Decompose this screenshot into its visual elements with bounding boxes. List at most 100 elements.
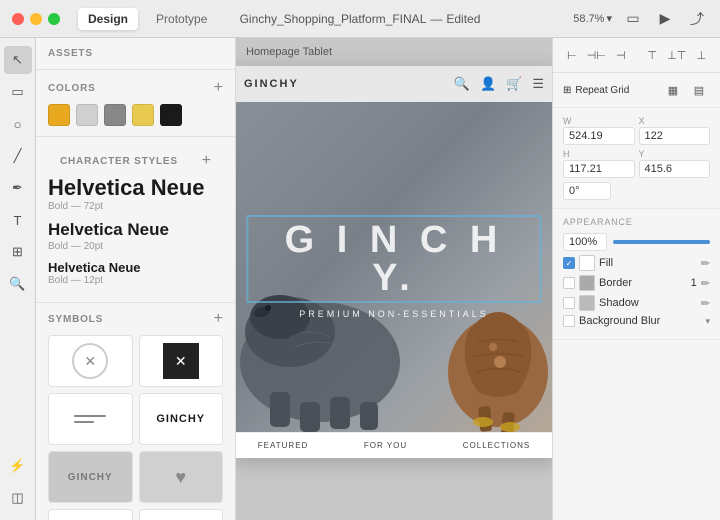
x-circle-symbol: ✕ (72, 343, 108, 379)
add-char-style-button[interactable]: + (202, 153, 211, 169)
fill-checkbox[interactable]: ✓ (563, 257, 575, 269)
char-style-medium[interactable]: Helvetica Neue Bold — 20pt (48, 220, 223, 251)
y-value[interactable]: 415.6 (639, 160, 711, 178)
opacity-value[interactable]: 100% (563, 233, 607, 251)
dimensions-section: W 524.19 X 122 H 117.21 (553, 108, 720, 209)
swatch-gray[interactable] (104, 104, 126, 126)
play-icon[interactable]: ▶ (654, 8, 676, 30)
rotation-value[interactable]: 0° (563, 182, 611, 200)
cart-nav-icon: 🛒 (506, 76, 522, 92)
symbol-cell-ginchy-light[interactable]: GINCHY (48, 451, 133, 503)
symbol-cell-heart[interactable]: ♥ (139, 451, 224, 503)
symbol-cell-x-circle[interactable]: ✕ (48, 335, 133, 387)
zoom-display[interactable]: 58.7% ▾ (573, 12, 612, 25)
x-field: X 122 (639, 116, 711, 145)
align-bottom-icon[interactable]: ⊥ (690, 44, 712, 66)
repeat-grid-icon: ⊞ (563, 85, 571, 96)
swatch-light-gray[interactable] (76, 104, 98, 126)
align-middle-v-icon[interactable]: ⊥⊤ (666, 44, 688, 66)
border-edit-icon[interactable]: ✏ (701, 277, 710, 290)
swatch-black[interactable] (160, 104, 182, 126)
fill-edit-icon[interactable]: ✏ (701, 257, 710, 270)
minimize-button[interactable] (30, 13, 42, 25)
color-swatches (48, 104, 223, 126)
rectangle-tool[interactable]: ▭ (4, 78, 32, 106)
share-icon[interactable]: ⤴ (686, 8, 708, 30)
main-area: ↖ ▭ ○ ╱ ✒ T ⊞ 🔍 ⚡ ◫ ASSETS Colors + (0, 38, 720, 520)
opacity-slider[interactable] (613, 240, 710, 244)
shadow-checkbox[interactable] (563, 297, 575, 309)
border-swatch[interactable] (579, 275, 595, 291)
add-color-button[interactable]: + (214, 80, 223, 96)
x-value[interactable]: 122 (639, 127, 711, 145)
colors-label: Colors (48, 83, 96, 94)
layers-tool[interactable]: ◫ (4, 484, 32, 512)
titlebar-left: Design Prototype (12, 8, 217, 30)
select-tool[interactable]: ↖ (4, 46, 32, 74)
hero-tagline: PREMIUM NON-ESSENTIALS (246, 309, 541, 319)
footer-nav-for-you: FOR YOU (364, 441, 407, 450)
style-meta-medium: Bold — 20pt (48, 241, 223, 252)
zoom-tool[interactable]: 🔍 (4, 270, 32, 298)
opacity-row: 100% (563, 233, 710, 251)
pen-tool[interactable]: ✒ (4, 174, 32, 202)
symbol-tool[interactable]: ⊞ (4, 238, 32, 266)
left-toolbar: ↖ ▭ ○ ╱ ✒ T ⊞ 🔍 ⚡ ◫ (0, 38, 36, 520)
shadow-edit-icon[interactable]: ✏ (701, 297, 710, 310)
zoom-chevron-icon: ▾ (606, 12, 612, 25)
line-tool[interactable]: ╱ (4, 142, 32, 170)
bg-blur-checkbox[interactable] (563, 315, 575, 327)
align-top-icon[interactable]: ⊤ (641, 44, 663, 66)
footer-nav-featured: FEATURED (258, 441, 309, 450)
user-nav-icon: 👤 (480, 76, 496, 92)
appearance-section: APPEARANCE 100% ✓ Fill ✏ Border 1 (553, 209, 720, 340)
heart-symbol: ♥ (140, 452, 223, 502)
height-value[interactable]: 117.21 (563, 160, 635, 178)
border-checkbox[interactable] (563, 277, 575, 289)
symbol-cell-social[interactable]: 𝕏 ⬜ f (48, 509, 133, 520)
border-label: Border (599, 277, 687, 289)
symbol-cell-lines[interactable] (48, 393, 133, 445)
align-left-icon[interactable]: ⊢ (561, 44, 583, 66)
footer-nav-collections: COLLECTIONS (463, 441, 530, 450)
align-center-h-icon[interactable]: ⊣⊢ (586, 44, 608, 66)
opacity-bar-fill (613, 240, 710, 244)
plugin-tool[interactable]: ⚡ (4, 452, 32, 480)
repeat-grid-add-row-icon[interactable]: ▤ (688, 79, 710, 101)
ginchy-light-symbol: GINCHY (49, 452, 132, 502)
swatch-yellow[interactable] (132, 104, 154, 126)
repeat-grid-add-col-icon[interactable]: ▦ (662, 79, 684, 101)
align-right-icon[interactable]: ⊣ (610, 44, 632, 66)
ginchy-nav-bar: GINCHY 🔍 👤 🛒 ☰ (236, 66, 552, 102)
width-value[interactable]: 524.19 (563, 127, 635, 145)
close-button[interactable] (12, 13, 24, 25)
hero-brand-name: G I N C H Y. (246, 215, 541, 303)
symbol-cell-x-square[interactable]: ✕ (139, 335, 224, 387)
border-value: 1 (691, 277, 697, 289)
canvas-area[interactable]: Homepage Tablet GINCHY 🔍 👤 🛒 ☰ (236, 38, 552, 520)
text-tool[interactable]: T (4, 206, 32, 234)
fill-swatch[interactable] (579, 255, 595, 271)
ellipse-tool[interactable]: ○ (4, 110, 32, 138)
tab-prototype[interactable]: Prototype (146, 8, 217, 30)
style-name-small: Helvetica Neue (48, 260, 223, 276)
shadow-swatch[interactable] (579, 295, 595, 311)
shadow-row: Shadow ✏ (563, 295, 710, 311)
width-field: W 524.19 (563, 116, 635, 145)
x-square-symbol: ✕ (163, 343, 199, 379)
char-styles-header: Character Styles + (48, 145, 223, 169)
height-field: H 117.21 (563, 149, 635, 178)
add-symbol-button[interactable]: + (214, 311, 223, 327)
canvas-label: Homepage Tablet (246, 46, 332, 58)
symbol-cell-ginchy-dark[interactable]: GINCHY (139, 393, 224, 445)
file-name: Ginchy_Shopping_Platform_FINAL (240, 12, 427, 26)
maximize-button[interactable] (48, 13, 60, 25)
tab-design[interactable]: Design (78, 8, 138, 30)
swatch-gold[interactable] (48, 104, 70, 126)
device-icon[interactable]: ▭ (622, 8, 644, 30)
rotation-field: 0° (563, 182, 710, 200)
char-style-large[interactable]: Helvetica Neue Bold — 72pt (48, 175, 223, 212)
titlebar: Design Prototype Ginchy_Shopping_Platfor… (0, 0, 720, 38)
char-style-small[interactable]: Helvetica Neue Bold — 12pt (48, 260, 223, 287)
symbol-cell-avatars[interactable]: +14 (139, 509, 224, 520)
